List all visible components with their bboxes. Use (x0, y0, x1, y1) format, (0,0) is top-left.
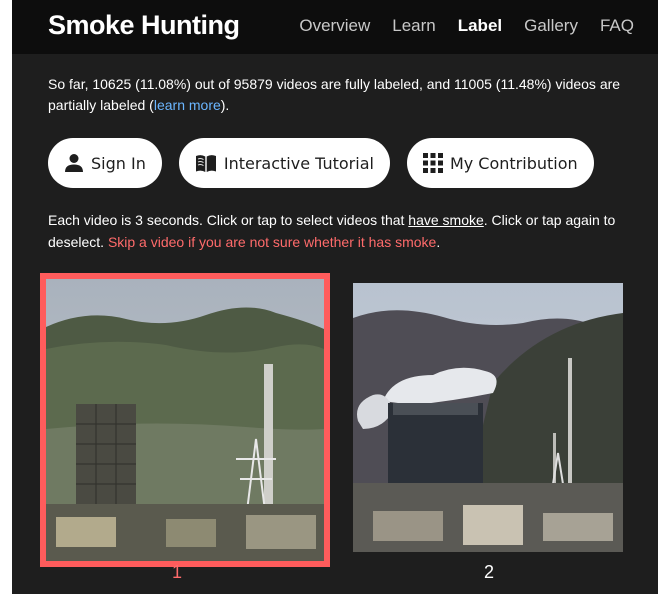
nav-overview[interactable]: Overview (299, 16, 370, 36)
video-thumbnail-2[interactable] (353, 283, 623, 552)
video-thumbnail-1[interactable] (40, 273, 330, 567)
interactive-tutorial-button[interactable]: Interactive Tutorial (178, 138, 390, 188)
navbar: Smoke Hunting Overview Learn Label Galle… (12, 0, 658, 54)
skip-warning: Skip a video if you are not sure whether… (107, 234, 437, 250)
action-buttons: Sign In Interactive Tutorial My Contribu… (48, 138, 594, 188)
nav-label[interactable]: Label (458, 16, 502, 36)
stats-text: So far, 10625 (11.08%) out of 95879 vide… (48, 76, 621, 113)
instructions-text: Each video is 3 seconds. Click or tap to… (48, 212, 409, 228)
tutorial-label: Interactive Tutorial (223, 153, 374, 173)
page: Smoke Hunting Overview Learn Label Galle… (12, 0, 658, 594)
video-frame-2 (353, 283, 623, 552)
sign-in-button[interactable]: Sign In (48, 138, 162, 188)
labeling-stats: So far, 10625 (11.08%) out of 95879 vide… (48, 74, 638, 116)
book-icon (195, 154, 217, 173)
contribution-label: My Contribution (449, 153, 578, 173)
my-contribution-button[interactable]: My Contribution (406, 138, 594, 188)
video-label-2: 2 (484, 562, 495, 582)
have-smoke-text: have smoke (408, 212, 484, 228)
brand-title[interactable]: Smoke Hunting (48, 10, 240, 41)
nav-faq[interactable]: FAQ (600, 16, 634, 36)
instructions: Each video is 3 seconds. Click or tap to… (48, 209, 644, 253)
video-label-1: 1 (172, 562, 183, 582)
grid-icon (422, 153, 443, 173)
sign-in-label: Sign In (91, 153, 146, 173)
nav-gallery[interactable]: Gallery (524, 16, 578, 36)
user-icon (64, 153, 84, 173)
stats-text-end: ). (220, 97, 230, 113)
nav-learn[interactable]: Learn (392, 16, 435, 36)
video-frame-1 (46, 279, 324, 561)
nav-links: Overview Learn Label Gallery FAQ (299, 16, 634, 36)
learn-more-link[interactable]: learn more (154, 97, 221, 113)
instructions-text-end: . (436, 234, 441, 250)
